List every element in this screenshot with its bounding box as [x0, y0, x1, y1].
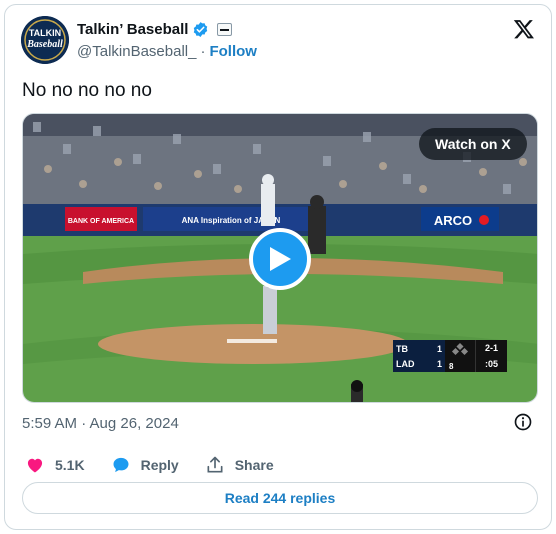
pitch-clock: :05	[484, 359, 498, 369]
action-bar: 5.1K Reply Share	[25, 455, 300, 475]
display-name[interactable]: Talkin’ Baseball	[77, 21, 188, 38]
scorebug-teams: TB 1 LAD 1	[393, 340, 445, 372]
timestamp[interactable]: 5:59 AM · Aug 26, 2024	[22, 415, 179, 432]
read-replies-button[interactable]: Read 244 replies	[22, 482, 538, 514]
reply-label: Reply	[140, 457, 179, 473]
info-icon[interactable]	[513, 412, 533, 432]
watch-on-x-button[interactable]: Watch on X	[419, 128, 527, 160]
bases-diamond-icon: 8	[449, 342, 469, 371]
follow-button[interactable]: Follow	[209, 43, 257, 60]
tweet-card: TALKIN Baseball Talkin’ Baseball @Talkin…	[4, 4, 552, 530]
home-score: 1	[436, 358, 442, 369]
separator-dot: ·	[200, 43, 206, 60]
reply-button[interactable]: Reply	[111, 455, 179, 475]
play-button[interactable]	[249, 228, 311, 290]
avatar-text-top: TALKIN	[29, 28, 61, 38]
banner-left-text: BANK OF AMERICA	[68, 218, 134, 225]
share-label: Share	[234, 457, 274, 473]
affiliate-badge-icon[interactable]	[217, 23, 233, 36]
inning-number: 8	[449, 362, 454, 371]
banner-right-text: ARCO	[434, 213, 472, 228]
share-button[interactable]: Share	[205, 455, 274, 475]
share-icon	[207, 456, 223, 473]
scorebug: TB 1 LAD 1 8 2-1 :05	[393, 340, 507, 372]
away-team: TB	[396, 343, 408, 354]
like-button[interactable]: 5.1K	[25, 455, 85, 475]
name-row: Talkin’ Baseball	[77, 21, 233, 38]
heart-icon	[27, 458, 43, 473]
home-team: LAD	[396, 358, 415, 369]
reply-icon	[113, 457, 129, 473]
handle[interactable]: @TalkinBaseball_	[77, 43, 196, 60]
play-icon	[270, 247, 291, 271]
video-player[interactable]: BANK OF AMERICA ANA Inspiration of JAPAN…	[22, 113, 538, 403]
scorebug-bases: 8	[445, 340, 475, 372]
avatar[interactable]: TALKIN Baseball	[21, 16, 69, 64]
away-score: 1	[436, 343, 442, 354]
avatar-logo-icon: TALKIN Baseball	[21, 16, 69, 64]
x-logo-icon[interactable]	[513, 18, 535, 40]
tweet-text: No no no no no	[22, 80, 152, 101]
verified-icon	[194, 22, 208, 37]
avatar-text-bottom: Baseball	[26, 39, 63, 50]
handle-row: @TalkinBaseball_ · Follow	[77, 43, 257, 60]
scorebug-count: 2-1 :05	[475, 340, 507, 372]
like-count: 5.1K	[55, 457, 85, 473]
pitch-count: 2-1	[484, 343, 498, 353]
